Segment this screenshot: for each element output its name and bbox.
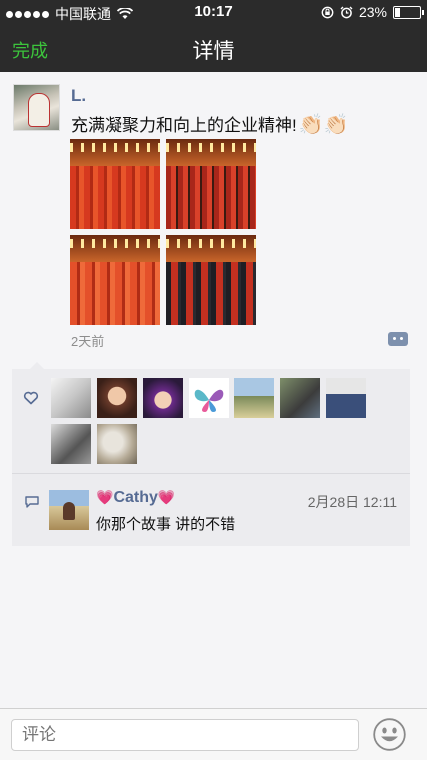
post-photo-3[interactable]: [70, 235, 160, 325]
divider: [12, 473, 410, 474]
battery-icon: [393, 5, 424, 19]
butterfly-icon: [194, 389, 224, 412]
name-heart-decoration: 💗: [96, 489, 114, 505]
page-title: 详情: [192, 40, 235, 63]
battery-percent: 23%: [358, 4, 387, 20]
like-avatar[interactable]: [326, 378, 366, 418]
rotation-lock-icon: [321, 6, 334, 18]
status-right: 23%: [321, 4, 424, 20]
commenter-name[interactable]: 💗Cathy💗: [96, 489, 175, 507]
like-avatar[interactable]: [51, 424, 91, 464]
like-avatar[interactable]: [51, 378, 91, 418]
like-avatar[interactable]: [97, 378, 137, 418]
clap-emoji: 👏🏻👏🏻: [298, 114, 349, 136]
post-text: 充满凝聚力和向上的企业精神! 👏🏻👏🏻: [71, 111, 349, 137]
post-text-content: 充满凝聚力和向上的企业精神!: [71, 116, 297, 135]
like-avatar[interactable]: [143, 378, 183, 418]
alarm-icon: [340, 6, 353, 18]
like-avatar[interactable]: [97, 424, 137, 464]
commenter-avatar[interactable]: [49, 490, 89, 530]
like-avatar[interactable]: [280, 378, 320, 418]
comment-input[interactable]: [11, 719, 359, 751]
post-timestamp: 2天前: [71, 334, 105, 349]
emoji-button[interactable]: [373, 718, 406, 751]
like-avatar[interactable]: [234, 378, 274, 418]
post-photo-4[interactable]: [166, 235, 256, 325]
author-name[interactable]: L.: [71, 86, 86, 106]
status-bar: 中国联通 10:17 23%: [0, 0, 427, 24]
comment-text: 你那个故事 讲的不错: [96, 516, 236, 533]
nav-bar: 完成 详情: [0, 24, 427, 72]
post-photo-2[interactable]: [166, 139, 256, 229]
name-heart-decoration: 💗: [157, 489, 176, 505]
post-photo-1[interactable]: [70, 139, 160, 229]
comment-icon: [25, 496, 39, 508]
like-avatar[interactable]: [189, 378, 229, 418]
author-avatar[interactable]: [13, 84, 60, 131]
commenter-name-text: Cathy: [113, 489, 158, 506]
comment-menu-button[interactable]: [388, 332, 408, 346]
likes-comments-panel: 💗Cathy💗 2月28日 12:11 你那个故事 讲的不错: [12, 362, 410, 546]
comment-bar: [0, 708, 427, 760]
heart-icon: [23, 391, 39, 405]
comment-time: 2月28日 12:11: [307, 494, 397, 510]
